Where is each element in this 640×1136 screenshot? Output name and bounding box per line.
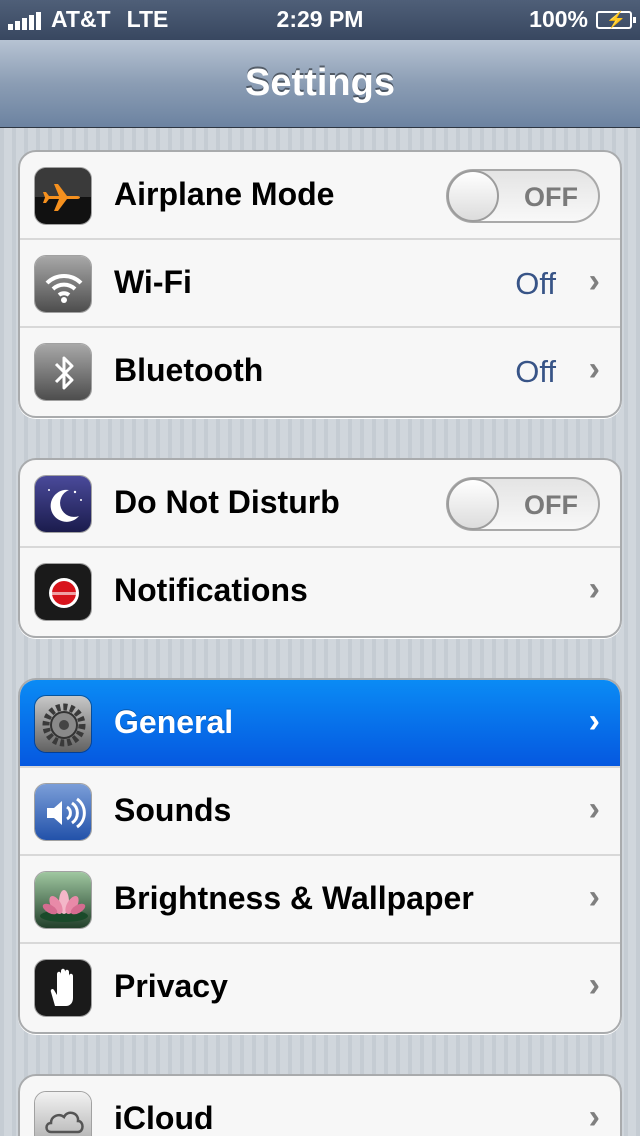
- row-label: General: [114, 704, 234, 740]
- toggle-state: OFF: [524, 490, 578, 520]
- row-label: Sounds: [114, 792, 232, 828]
- row-label: Notifications: [114, 572, 308, 608]
- row-label: iCloud: [114, 1100, 214, 1136]
- row-wifi[interactable]: Wi-Fi Off ›: [20, 240, 620, 328]
- settings-group-device: General › Sounds › Brightness & Wallpape…: [18, 678, 622, 1034]
- chevron-right-icon: ›: [588, 1098, 600, 1136]
- wifi-status-value: Off: [515, 266, 556, 301]
- toggle-knob[interactable]: [447, 170, 499, 222]
- row-label: Do Not Disturb: [114, 484, 340, 520]
- bluetooth-status-value: Off: [515, 354, 556, 389]
- hand-icon: [34, 959, 92, 1017]
- bluetooth-icon: [34, 343, 92, 401]
- chevron-right-icon: ›: [588, 966, 600, 1004]
- row-label: Wi-Fi: [114, 264, 192, 300]
- moon-icon: [34, 475, 92, 533]
- row-icloud[interactable]: iCloud ›: [20, 1076, 620, 1136]
- settings-group-connectivity: Airplane Mode OFF Wi-Fi Off › Bluetooth …: [18, 150, 622, 418]
- row-airplane-mode[interactable]: Airplane Mode OFF: [20, 152, 620, 240]
- chevron-right-icon: ›: [588, 702, 600, 740]
- row-do-not-disturb[interactable]: Do Not Disturb OFF: [20, 460, 620, 548]
- gear-icon: [34, 695, 92, 753]
- cloud-icon: [34, 1091, 92, 1136]
- toggle-state: OFF: [524, 182, 578, 212]
- speaker-icon: [34, 783, 92, 841]
- status-right: 100% ⚡: [529, 6, 636, 33]
- chevron-right-icon: ›: [588, 350, 600, 388]
- row-notifications[interactable]: Notifications ›: [20, 548, 620, 636]
- row-label: Bluetooth: [114, 352, 264, 388]
- battery-percent: 100%: [529, 6, 588, 32]
- row-label: Airplane Mode: [114, 176, 335, 212]
- airplane-mode-toggle[interactable]: OFF: [446, 169, 600, 223]
- settings-group-notifications: Do Not Disturb OFF Notifications ›: [18, 458, 622, 638]
- settings-group-accounts: iCloud ›: [18, 1074, 622, 1136]
- battery-icon: ⚡: [596, 10, 636, 29]
- toggle-knob[interactable]: [447, 478, 499, 530]
- row-general[interactable]: General ›: [20, 680, 620, 768]
- airplane-icon: [34, 167, 92, 225]
- chevron-right-icon: ›: [588, 878, 600, 916]
- wifi-icon: [34, 255, 92, 313]
- navigation-bar: Settings: [0, 40, 640, 128]
- row-label: Brightness & Wallpaper: [114, 880, 474, 916]
- flower-icon: [34, 871, 92, 929]
- row-privacy[interactable]: Privacy ›: [20, 944, 620, 1032]
- do-not-disturb-toggle[interactable]: OFF: [446, 477, 600, 531]
- row-brightness-wallpaper[interactable]: Brightness & Wallpaper ›: [20, 856, 620, 944]
- chevron-right-icon: ›: [588, 570, 600, 608]
- row-bluetooth[interactable]: Bluetooth Off ›: [20, 328, 620, 416]
- row-label: Privacy: [114, 968, 228, 1004]
- status-bar: AT&T LTE 2:29 PM 100% ⚡: [0, 0, 640, 40]
- notifications-icon: [34, 563, 92, 621]
- chevron-right-icon: ›: [588, 262, 600, 300]
- chevron-right-icon: ›: [588, 790, 600, 828]
- page-title: Settings: [245, 62, 395, 104]
- row-sounds[interactable]: Sounds ›: [20, 768, 620, 856]
